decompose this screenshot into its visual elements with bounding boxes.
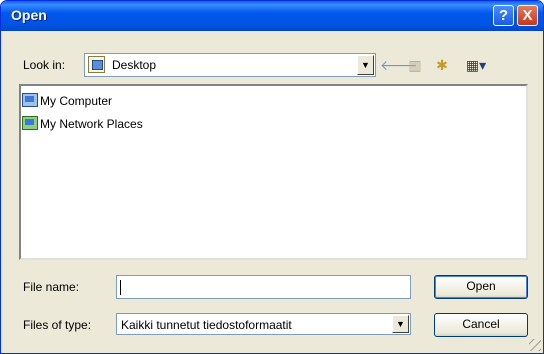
close-icon: X xyxy=(522,7,533,24)
views-menu-icon: ▦▾ xyxy=(465,57,487,73)
list-item-label: My Network Places xyxy=(40,117,143,131)
files-of-type-select[interactable]: Kaikki tunnetut tiedostoformaatit ▼ xyxy=(116,313,411,335)
help-button[interactable]: ? xyxy=(493,5,514,26)
dialog-title: Open xyxy=(11,7,47,23)
cancel-button[interactable]: Cancel xyxy=(434,313,528,337)
my-computer-icon xyxy=(22,93,38,107)
files-of-type-value: Kaikki tunnetut tiedostoformaatit xyxy=(121,318,292,332)
list-item-label: My Computer xyxy=(40,94,113,108)
look-in-dropdown-button[interactable]: ▼ xyxy=(357,55,374,75)
views-menu-button[interactable]: ▦▾ xyxy=(459,55,493,75)
chevron-down-icon: ▼ xyxy=(396,319,405,329)
file-list[interactable]: My Computer My Network Places xyxy=(19,84,528,260)
look-in-label: Look in: xyxy=(23,58,66,72)
resize-grip[interactable] xyxy=(529,339,541,351)
files-of-type-label: Files of type: xyxy=(23,318,92,332)
look-in-value: Desktop xyxy=(112,58,157,72)
text-caret xyxy=(120,280,121,295)
up-folder-button[interactable]: ▥ xyxy=(405,55,425,75)
new-folder-button[interactable]: ✱ xyxy=(431,55,453,75)
desktop-icon xyxy=(88,56,105,73)
file-name-field[interactable] xyxy=(116,275,411,299)
back-button[interactable]: 🡐 xyxy=(380,55,418,75)
chevron-down-icon: ▼ xyxy=(361,60,370,70)
look-in-combo[interactable]: Desktop ▼ xyxy=(84,53,376,77)
network-places-icon xyxy=(22,116,38,130)
close-button[interactable]: X xyxy=(517,5,538,26)
file-name-label: File name: xyxy=(23,280,80,294)
files-of-type-dropdown-button[interactable]: ▼ xyxy=(392,315,409,333)
open-dialog: Open ? X Look in: Desktop ▼ 🡐 ▥ ✱ ▦▾ My … xyxy=(0,0,544,354)
title-bar[interactable]: Open ? X xyxy=(1,1,543,31)
open-button[interactable]: Open xyxy=(434,275,528,299)
new-folder-icon: ✱ xyxy=(436,57,448,73)
up-folder-icon: ▥ xyxy=(408,57,422,73)
help-icon: ? xyxy=(498,7,509,24)
